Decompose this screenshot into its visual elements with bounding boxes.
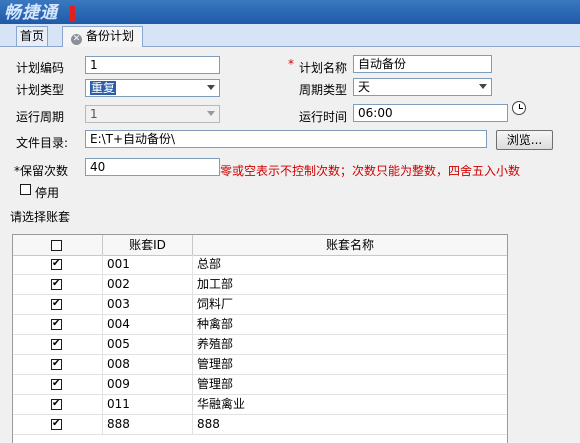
title-bar: 畅捷通: [0, 0, 580, 24]
period-type-value: 天: [358, 80, 371, 94]
account-name-cell: 种禽部: [197, 317, 234, 331]
select-all-checkbox[interactable]: [51, 240, 62, 251]
tab-backup-plan[interactable]: ✕ 备份计划: [62, 26, 144, 47]
row-select-cell: [13, 275, 103, 294]
row-checkbox[interactable]: [51, 377, 62, 391]
logo-accent: [70, 6, 75, 22]
row-select-cell: [13, 315, 103, 334]
row-select-cell: [13, 415, 103, 434]
chevron-down-icon: [207, 111, 215, 116]
row-checkbox[interactable]: [51, 397, 62, 411]
table-row[interactable]: 002 加工部: [13, 275, 507, 295]
row-checkbox[interactable]: [51, 417, 62, 431]
file-dir-input[interactable]: E:\T+自动备份\: [85, 130, 487, 148]
tab-bar: 首页 ✕ 备份计划: [0, 24, 580, 47]
keep-count-note: 零或空表示不控制次数；次数只能为整数，四舍五入小数: [220, 164, 521, 178]
period-type-select[interactable]: 天: [353, 78, 492, 96]
row-select-cell: [13, 375, 103, 394]
period-type-label: 周期类型: [299, 83, 348, 97]
row-select-cell: [13, 355, 103, 374]
account-id-cell: 003: [103, 295, 193, 314]
header-account-id: 账套ID: [103, 235, 193, 255]
select-accounts-label: 请选择账套: [10, 210, 71, 224]
plan-name-input[interactable]: 自动备份: [353, 55, 492, 73]
browse-button[interactable]: 浏览...: [496, 130, 553, 150]
file-dir-label: 文件目录:: [16, 136, 69, 150]
account-id-cell: 011: [103, 395, 193, 414]
account-name-cell: 总部: [197, 257, 222, 271]
account-name-cell: 管理部: [197, 357, 234, 371]
table-header: 账套ID 账套名称: [13, 235, 507, 256]
row-checkbox[interactable]: [51, 297, 62, 311]
account-id-cell: 001: [103, 255, 193, 274]
app-logo: 畅捷通: [4, 3, 58, 23]
account-name-cell: 饲料厂: [197, 297, 234, 311]
table-row[interactable]: 011 华融禽业: [13, 395, 507, 415]
required-mark: *: [288, 57, 294, 71]
run-period-value: 1: [90, 107, 98, 121]
row-select-cell: [13, 335, 103, 354]
row-select-cell: [13, 255, 103, 274]
run-time-label: 运行时间: [299, 110, 348, 124]
account-id-cell: 009: [103, 375, 193, 394]
disable-checkbox[interactable]: [20, 184, 31, 195]
table-row[interactable]: 888 888: [13, 415, 507, 435]
account-id-cell: 004: [103, 315, 193, 334]
run-period-label: 运行周期: [16, 110, 65, 124]
row-select-cell: [13, 295, 103, 314]
run-time-input[interactable]: 06:00: [353, 104, 508, 122]
account-id-cell: 005: [103, 335, 193, 354]
keep-count-input[interactable]: 40: [85, 158, 220, 176]
table-row[interactable]: 004 种禽部: [13, 315, 507, 335]
accounts-table: 账套ID 账套名称 001总部002加工部003饲料厂004种禽部005养殖部0…: [12, 234, 508, 443]
tab-home-label: 首页: [19, 29, 44, 43]
header-account-name: 账套名称: [325, 238, 374, 252]
plan-type-value: 重复: [90, 81, 117, 95]
table-row[interactable]: 003 饲料厂: [13, 295, 507, 315]
plan-code-input[interactable]: 1: [85, 56, 220, 74]
row-checkbox[interactable]: [51, 277, 62, 291]
disable-label: 停用: [35, 186, 60, 200]
row-checkbox[interactable]: [51, 257, 62, 271]
run-period-select: 1: [85, 105, 220, 123]
plan-type-label: 计划类型: [16, 83, 65, 97]
chevron-down-icon: [207, 85, 215, 90]
account-id-cell: 888: [103, 415, 193, 434]
table-row[interactable]: 005 养殖部: [13, 335, 507, 355]
table-row[interactable]: 008 管理部: [13, 355, 507, 375]
plan-name-label: 计划名称: [299, 61, 348, 75]
clock-icon[interactable]: [512, 101, 526, 115]
account-name-cell: 华融禽业: [197, 397, 246, 411]
table-row[interactable]: 001 总部: [13, 255, 507, 275]
keep-count-label-text: 保留次数: [20, 164, 69, 178]
row-select-cell: [13, 395, 103, 414]
close-icon[interactable]: ✕: [71, 34, 82, 45]
row-checkbox[interactable]: [51, 317, 62, 331]
tab-home[interactable]: 首页: [16, 26, 48, 46]
account-name-cell: 加工部: [197, 277, 234, 291]
header-select-cell: [13, 235, 103, 255]
table-row[interactable]: 009 管理部: [13, 375, 507, 395]
account-name-cell: 管理部: [197, 377, 234, 391]
tab-backup-plan-label: 备份计划: [86, 29, 135, 43]
plan-type-select[interactable]: 重复: [85, 79, 220, 97]
row-checkbox[interactable]: [51, 357, 62, 371]
plan-code-label: 计划编码: [16, 61, 65, 75]
chevron-down-icon: [479, 84, 487, 89]
account-id-cell: 002: [103, 275, 193, 294]
row-checkbox[interactable]: [51, 337, 62, 351]
account-name-cell: 养殖部: [197, 337, 234, 351]
account-id-cell: 008: [103, 355, 193, 374]
account-name-cell: 888: [197, 417, 220, 431]
keep-count-label: *保留次数: [14, 162, 68, 179]
